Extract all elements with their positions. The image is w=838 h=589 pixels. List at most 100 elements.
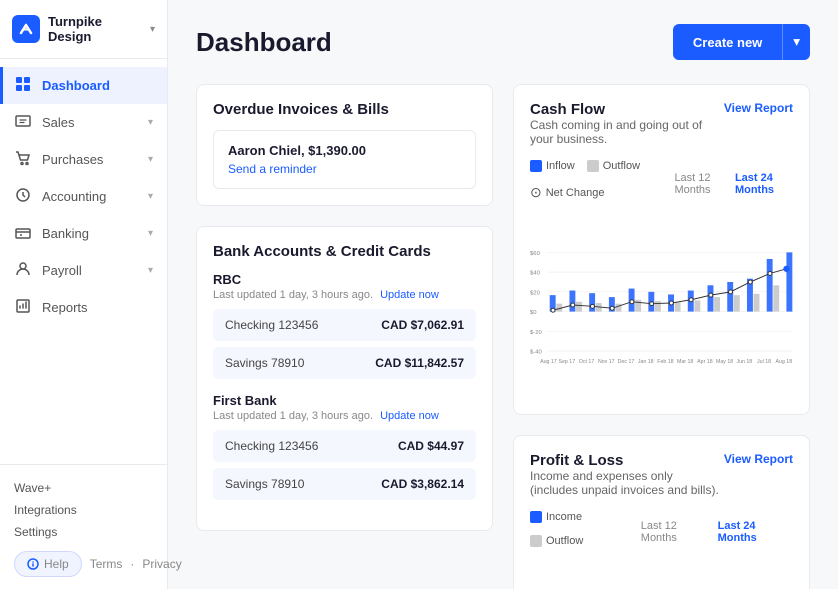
profit-loss-time-filters: Last 12 Months Last 24 Months (641, 520, 793, 544)
profit-loss-subtitle: Income and expenses only (includes unpai… (530, 469, 724, 497)
inflow-label: Inflow (546, 160, 575, 172)
chevron-icon: ▾ (148, 117, 153, 128)
create-new-dropdown-button[interactable]: ▾ (782, 24, 810, 60)
help-button[interactable]: Help (14, 551, 82, 577)
profit-loss-legend: Income Outflow (530, 511, 641, 547)
svg-text:$20: $20 (530, 290, 541, 296)
sidebar-item-accounting[interactable]: Accounting ▾ (0, 178, 167, 215)
profit-loss-header: Profit & Loss Income and expenses only (… (530, 452, 793, 505)
svg-text:Apr 18: Apr 18 (697, 359, 713, 365)
wave-plus-link[interactable]: Wave+ (14, 477, 153, 499)
account-name: Checking 123456 (225, 318, 318, 332)
invoice-item: Aaron Chiel, $1,390.00 Send a reminder (213, 130, 476, 189)
bank-updated-text: Last updated 1 day, 3 hours ago. (213, 289, 373, 301)
outflow-label: Outflow (546, 535, 583, 547)
terms-link[interactable]: Terms (90, 557, 123, 571)
bank-updated-rbc: Last updated 1 day, 3 hours ago. Update … (213, 289, 476, 301)
chevron-icon: ▾ (148, 191, 153, 202)
svg-text:Jul 18: Jul 18 (757, 359, 771, 365)
banking-icon (14, 224, 32, 243)
cashflow-12-months[interactable]: Last 12 Months (674, 172, 729, 196)
profit-loss-view-report[interactable]: View Report (724, 452, 793, 466)
svg-text:Nov 17: Nov 17 (598, 359, 615, 365)
bank-updated-text: Last updated 1 day, 3 hours ago. (213, 410, 373, 422)
sidebar-item-purchases[interactable]: Purchases ▾ (0, 141, 167, 178)
update-now-link[interactable]: Update now (380, 410, 439, 422)
send-reminder-link[interactable]: Send a reminder (228, 162, 461, 176)
sidebar-chevron-icon: ▾ (150, 24, 155, 35)
update-now-link[interactable]: Update now (380, 289, 439, 301)
cashflow-title-group: Cash Flow Cash coming in and going out o… (530, 101, 724, 154)
netchange-label: Net Change (546, 187, 605, 199)
profit-loss-title: Profit & Loss (530, 452, 724, 469)
account-name: Checking 123456 (225, 439, 318, 453)
legend-netchange: ⊙ Net Change (530, 184, 604, 201)
bank-accounts-title: Bank Accounts & Credit Cards (213, 243, 476, 260)
account-balance: CAD $3,862.14 (381, 477, 464, 491)
legend-inflow: Inflow (530, 160, 575, 172)
legend-outflow: Outflow (587, 160, 640, 172)
svg-text:Feb 18: Feb 18 (657, 359, 673, 365)
svg-text:$-20: $-20 (530, 330, 543, 336)
sidebar-item-label: Payroll (42, 263, 82, 278)
profit-loss-card: Profit & Loss Income and expenses only (… (513, 435, 810, 589)
account-row: Savings 78910 CAD $11,842.57 (213, 347, 476, 379)
payroll-icon (14, 261, 32, 280)
overdue-title: Overdue Invoices & Bills (213, 101, 476, 118)
sidebar-header[interactable]: Turnpike Design ▾ (0, 0, 167, 59)
bank-accounts-card: Bank Accounts & Credit Cards RBC Last up… (196, 226, 493, 531)
cashflow-view-report[interactable]: View Report (724, 101, 793, 115)
sidebar-item-dashboard[interactable]: Dashboard (0, 67, 167, 104)
income-dot (530, 511, 542, 523)
svg-text:$0: $0 (530, 310, 537, 316)
svg-text:Mar 18: Mar 18 (677, 359, 693, 365)
svg-text:$40: $40 (530, 271, 541, 277)
settings-link[interactable]: Settings (14, 521, 153, 543)
chevron-icon: ▾ (148, 265, 153, 276)
sidebar-item-label: Reports (42, 300, 88, 315)
outflow-dot (587, 160, 599, 172)
help-label: Help (44, 557, 69, 571)
bank-name-firstbank: First Bank (213, 393, 476, 408)
create-new-button[interactable]: Create new (673, 24, 782, 60)
profit-24-months[interactable]: Last 24 Months (718, 520, 793, 544)
sidebar-item-sales[interactable]: Sales ▾ (0, 104, 167, 141)
bank-name-rbc: RBC (213, 272, 476, 287)
account-row: Savings 78910 CAD $3,862.14 (213, 468, 476, 500)
svg-text:May 18: May 18 (716, 359, 733, 365)
sidebar-item-payroll[interactable]: Payroll ▾ (0, 252, 167, 289)
page-title: Dashboard (196, 27, 332, 58)
profit-12-months[interactable]: Last 12 Months (641, 520, 712, 544)
dashboard-grid: Overdue Invoices & Bills Aaron Chiel, $1… (196, 84, 810, 589)
outflow-dot (530, 535, 542, 547)
cashflow-legend: Inflow Outflow ⊙ Net Change (530, 160, 674, 201)
cashflow-24-months[interactable]: Last 24 Months (735, 172, 793, 196)
sidebar: Turnpike Design ▾ Dashboard Sales ▾ Purc… (0, 0, 168, 589)
cashflow-title: Cash Flow (530, 101, 724, 118)
cashflow-time-filters: Last 12 Months Last 24 Months (674, 172, 793, 196)
account-name: Savings 78910 (225, 477, 304, 491)
sidebar-item-reports[interactable]: Reports (0, 289, 167, 326)
sidebar-item-label: Purchases (42, 152, 103, 167)
sidebar-item-banking[interactable]: Banking ▾ (0, 215, 167, 252)
cashflow-header: Cash Flow Cash coming in and going out o… (530, 101, 793, 154)
svg-text:Dec 17: Dec 17 (618, 359, 635, 365)
accounting-icon (14, 187, 32, 206)
netchange-icon: ⊙ (530, 184, 542, 201)
svg-text:Jan 18: Jan 18 (638, 359, 654, 365)
company-name: Turnpike Design (48, 14, 142, 44)
outflow-label: Outflow (603, 160, 640, 172)
account-balance: CAD $11,842.57 (375, 356, 464, 370)
svg-text:Oct 17: Oct 17 (579, 359, 595, 365)
svg-text:Jun 18: Jun 18 (736, 359, 752, 365)
svg-text:Aug 17: Aug 17 (540, 359, 557, 365)
bank-section-rbc: RBC Last updated 1 day, 3 hours ago. Upd… (213, 272, 476, 379)
legend-outflow: Outflow (530, 535, 583, 547)
account-balance: CAD $44.97 (398, 439, 464, 453)
svg-text:Sep 17: Sep 17 (558, 359, 575, 365)
integrations-link[interactable]: Integrations (14, 499, 153, 521)
sidebar-item-label: Dashboard (42, 78, 110, 93)
profit-loss-chart: $60 $40 $20 $0 (530, 561, 793, 589)
page-header: Dashboard Create new ▾ (196, 24, 810, 60)
legend-income: Income (530, 511, 582, 523)
